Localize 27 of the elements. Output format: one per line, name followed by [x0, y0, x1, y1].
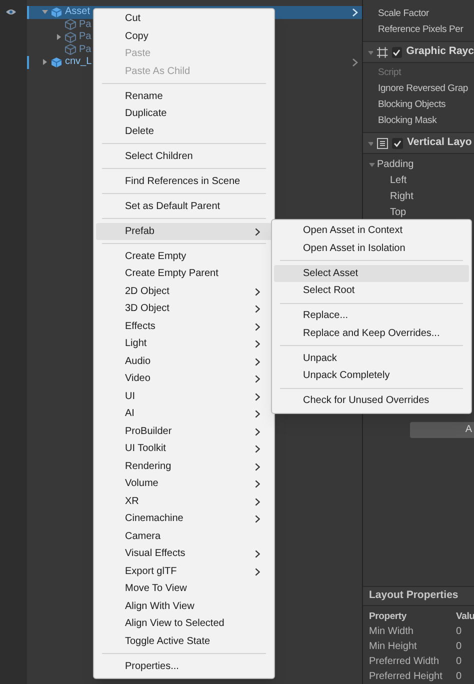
- field-label: Script: [377, 66, 402, 80]
- table-cell-text: 0: [456, 670, 463, 684]
- field-label: Top: [389, 206, 408, 220]
- table-cell-text: Preferred Height: [369, 670, 444, 684]
- field-label: Ignore Reversed Grap: [377, 82, 469, 96]
- component-title: Vertical Layo: [407, 135, 472, 150]
- component-title: Graphic Rayc: [406, 44, 474, 60]
- field-label: Right: [389, 190, 414, 204]
- column-header: Valu: [456, 610, 474, 624]
- object-name: Pa: [79, 32, 92, 42]
- table-cell-text: 0: [456, 655, 463, 669]
- table-cell-text: Min Width: [369, 625, 414, 639]
- table-cell-text: 0: [456, 625, 463, 639]
- object-name: Pa: [79, 44, 92, 55]
- field-label: Left: [389, 174, 408, 188]
- table-cell-text: Min Height: [369, 640, 418, 654]
- panel-header: Layout Properties: [363, 586, 474, 606]
- object-name: Pa: [79, 20, 92, 30]
- field-label: Blocking Mask: [377, 114, 438, 128]
- field-label: Scale Factor: [377, 6, 430, 21]
- field-label: Reference Pixels Per: [377, 22, 464, 37]
- object-name: cnv_L: [65, 57, 92, 68]
- field-label: Blocking Objects: [377, 98, 447, 112]
- table-cell-text: Preferred Width: [369, 655, 440, 669]
- object-name: Asset: [65, 7, 90, 18]
- column-header: Property: [369, 610, 408, 624]
- table-cell-text: 0: [456, 640, 463, 654]
